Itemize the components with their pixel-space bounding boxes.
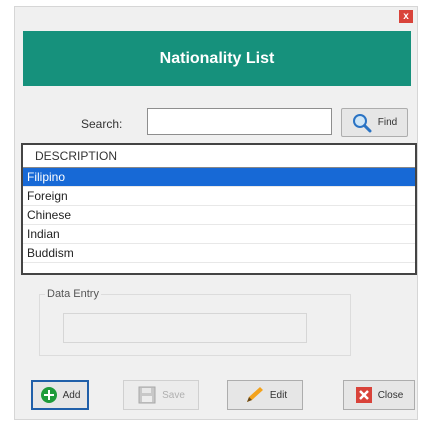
close-button[interactable]: Close: [343, 380, 415, 410]
dialog-title: Nationality List: [23, 31, 411, 86]
add-icon: [40, 386, 58, 404]
save-icon: [137, 385, 157, 405]
nationality-list[interactable]: DESCRIPTION Filipino Foreign Chinese Ind…: [21, 143, 417, 275]
list-header-description[interactable]: DESCRIPTION: [23, 145, 415, 168]
search-label: Search:: [81, 117, 123, 131]
close-button-label: Close: [377, 389, 404, 401]
data-entry-input[interactable]: [63, 313, 307, 343]
add-button[interactable]: Add: [31, 380, 89, 410]
close-icon: [355, 386, 373, 404]
find-button-label: Find: [377, 117, 398, 128]
close-icon[interactable]: x: [399, 10, 413, 23]
find-button[interactable]: Find: [341, 108, 408, 137]
list-item[interactable]: Chinese: [23, 206, 415, 225]
search-icon: [352, 113, 372, 133]
add-button-label: Add: [62, 389, 81, 401]
list-item[interactable]: Foreign: [23, 187, 415, 206]
edit-button[interactable]: Edit: [227, 380, 303, 410]
search-input[interactable]: [147, 108, 332, 135]
save-button[interactable]: Save: [123, 380, 199, 410]
save-button-label: Save: [162, 389, 185, 401]
list-item[interactable]: Filipino: [23, 168, 415, 187]
data-entry-legend: Data Entry: [45, 288, 101, 300]
list-item[interactable]: Buddism: [23, 244, 415, 263]
edit-button-label: Edit: [269, 389, 288, 401]
list-item[interactable]: Indian: [23, 225, 415, 244]
nationality-list-window: x Nationality List Search: Find DESCRIPT…: [14, 6, 418, 420]
edit-icon: [243, 385, 265, 405]
